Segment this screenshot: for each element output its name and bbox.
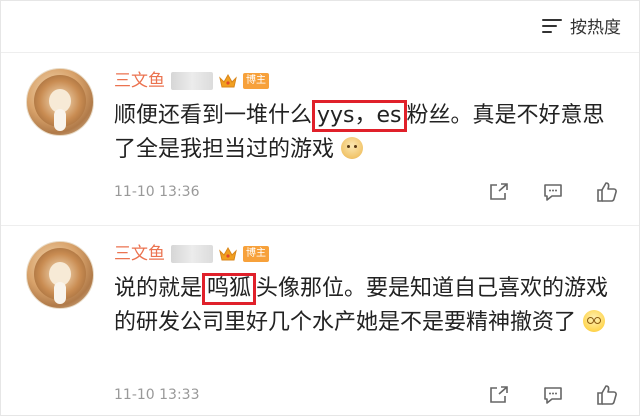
highlight-box: yys，es xyxy=(312,100,407,132)
comment-icon[interactable] xyxy=(541,384,565,406)
user-row: 三文鱼 博主 xyxy=(114,70,269,92)
comment-text-part: 说的就是 xyxy=(114,276,203,301)
censored-name-blur xyxy=(171,72,213,90)
blogger-badge: 博主 xyxy=(243,246,269,262)
username-link[interactable]: 三文鱼 xyxy=(114,70,165,92)
share-icon[interactable] xyxy=(487,384,511,406)
screenshot-frame: 按热度 三文鱼 博主 顺便还看到一堆什么 yys，es 粉丝。真是不好意思了全是我担… xyxy=(0,0,640,416)
blogger-badge: 博主 xyxy=(243,73,269,89)
sort-label: 按热度 xyxy=(570,18,621,38)
like-icon[interactable] xyxy=(595,181,619,203)
comment-text: 说的就是 鸣狐 头像那位。要是知道自己喜欢的游戏的研发公司里好几个水产她是不是要精神… xyxy=(114,272,614,340)
comment-actions xyxy=(487,181,619,203)
comment-text: 顺便还看到一堆什么 yys，es 粉丝。真是不好意思了全是我担当过的游戏 xyxy=(114,99,614,167)
comment-item: 三文鱼 博主 说的就是 鸣狐 头像那位。要是知道自己喜欢的游戏的研发公司里好几个水产… xyxy=(1,226,639,405)
dizzy-emoji-icon xyxy=(583,310,606,332)
avatar[interactable] xyxy=(26,241,94,309)
avatar[interactable] xyxy=(26,68,94,136)
comment-actions xyxy=(487,384,619,406)
comment-item: 三文鱼 博主 顺便还看到一堆什么 yys，es 粉丝。真是不好意思了全是我担当过的游… xyxy=(1,53,639,223)
user-row: 三文鱼 博主 xyxy=(114,243,269,265)
like-icon[interactable] xyxy=(595,384,619,406)
sort-icon xyxy=(542,17,562,35)
crown-icon xyxy=(219,246,237,262)
doge-emoji-icon xyxy=(341,137,364,159)
comment-icon[interactable] xyxy=(541,181,565,203)
crown-icon xyxy=(219,73,237,89)
censored-name-blur xyxy=(171,245,213,263)
username-link[interactable]: 三文鱼 xyxy=(114,243,165,265)
highlight-box: 鸣狐 xyxy=(202,273,257,305)
comment-timestamp: 11-10 13:36 xyxy=(114,184,200,200)
comment-text-part: 顺便还看到一堆什么 xyxy=(114,103,313,128)
sort-toggle[interactable]: 按热度 xyxy=(542,13,621,38)
share-icon[interactable] xyxy=(487,181,511,203)
comment-timestamp: 11-10 13:33 xyxy=(114,387,200,403)
